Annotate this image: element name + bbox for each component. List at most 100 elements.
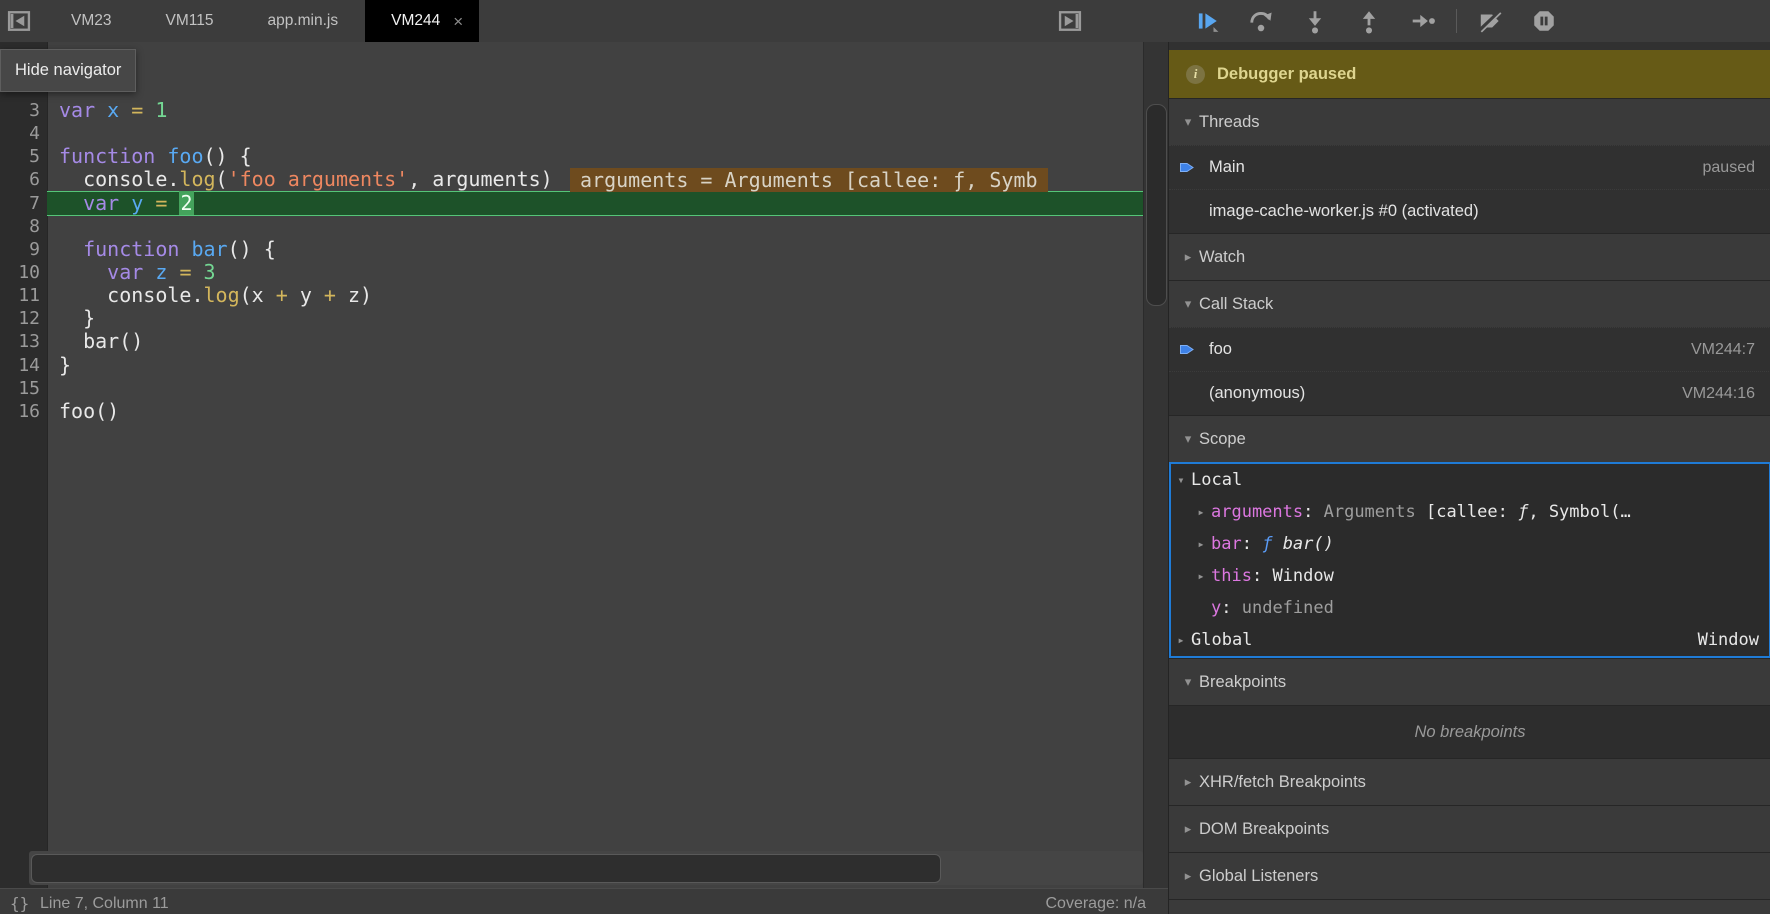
code-line-12: } [59, 307, 95, 330]
code-token: function [59, 144, 155, 168]
code-token: foo() [59, 399, 119, 423]
tab-label: VM115 [166, 12, 214, 30]
item-label: Main [1209, 158, 1245, 177]
step-out-icon[interactable] [1356, 8, 1382, 34]
disclosure-expanded-icon[interactable]: ▾ [1177, 431, 1199, 447]
disclosure-collapsed-icon[interactable]: ▸ [1171, 633, 1191, 647]
devtools-sources-panel: VM23 VM115 app.min.jsVM244× 34567891011121… [0, 0, 1770, 914]
current-marker-icon [1179, 342, 1199, 357]
step-over-icon[interactable] [1248, 8, 1274, 34]
resume-icon[interactable] [1194, 8, 1220, 34]
tab-strip: VM23 VM115 app.min.jsVM244× [44, 0, 479, 42]
editor-vertical-scrollbar[interactable] [1143, 42, 1168, 888]
disclosure-collapsed-icon[interactable]: ▸ [1177, 249, 1199, 265]
code-token: z) [336, 283, 372, 307]
code-token: = [131, 98, 143, 122]
list-item-image-cache-worker-js-0-activated-[interactable]: image-cache-worker.js #0 (activated) [1169, 189, 1770, 233]
item-right-label: paused [1703, 159, 1756, 177]
property-value: ƒ [1518, 502, 1528, 522]
property-name: y [1211, 598, 1221, 618]
code-token: bar() [59, 329, 143, 353]
pretty-print-icon[interactable]: {} [10, 894, 29, 913]
hide-navigator-button[interactable] [5, 7, 33, 35]
tab-close-icon[interactable]: × [453, 13, 463, 30]
tab-app.min.js[interactable]: app.min.js [240, 0, 365, 42]
code-line-6: console.log('foo arguments', arguments) [59, 168, 553, 191]
pause-on-exceptions-icon[interactable] [1531, 8, 1557, 34]
scope-tree[interactable]: ▾Local▸arguments: Arguments [callee: ƒ, … [1169, 462, 1770, 658]
section-header-breakpoints[interactable]: ▾Breakpoints [1169, 658, 1770, 705]
scope-row[interactable]: ▸bar: ƒ bar() [1171, 528, 1769, 560]
scope-row[interactable]: ▸this: Window [1171, 560, 1769, 592]
property-value: Arguments [1324, 502, 1426, 522]
scope-right-value: Window [1698, 630, 1759, 650]
property-value: : [1221, 598, 1241, 618]
disclosure-collapsed-icon[interactable]: ▸ [1191, 569, 1211, 583]
code-token [167, 260, 179, 284]
step-icon[interactable] [1410, 8, 1436, 34]
code-token: (x [240, 283, 276, 307]
tab-label: VM23 [71, 12, 112, 30]
code-line-7: var y = 2 [59, 192, 194, 215]
tab-VM23[interactable]: VM23 [44, 0, 139, 42]
item-label: (anonymous) [1209, 384, 1305, 403]
code-token [167, 191, 179, 215]
scope-row[interactable]: y: undefined [1171, 592, 1769, 624]
disclosure-collapsed-icon[interactable]: ▸ [1177, 774, 1199, 790]
code-token: } [59, 306, 95, 330]
deactivate-breakpoints-icon[interactable] [1477, 8, 1503, 34]
code-line-13: bar() [59, 330, 143, 353]
disclosure-expanded-icon[interactable]: ▾ [1177, 296, 1199, 312]
section-header-call-stack[interactable]: ▾Call Stack [1169, 280, 1770, 327]
disclosure-collapsed-icon[interactable]: ▸ [1191, 537, 1211, 551]
section-header-xhr-fetch-breakpoints[interactable]: ▸XHR/fetch Breakpoints [1169, 758, 1770, 805]
code-token [119, 98, 131, 122]
scope-row[interactable]: ▸arguments: Arguments [callee: ƒ, Symbol… [1171, 496, 1769, 528]
tab-VM115[interactable]: VM115 [139, 0, 241, 42]
disclosure-expanded-icon[interactable]: ▾ [1177, 114, 1199, 130]
code-token: log [179, 167, 215, 191]
code-editor[interactable]: 345678910111213141516 arguments = Argume… [0, 42, 1168, 888]
scope-row[interactable]: ▾Local [1171, 464, 1769, 496]
code-token: 1 [155, 98, 167, 122]
code-line-5: function foo() { [59, 145, 252, 168]
code-token: console. [59, 283, 204, 307]
section-header-dom-breakpoints[interactable]: ▸DOM Breakpoints [1169, 805, 1770, 852]
step-into-icon[interactable] [1302, 8, 1328, 34]
section-header-label: Watch [1199, 248, 1245, 267]
disclosure-collapsed-icon[interactable]: ▸ [1177, 821, 1199, 837]
code-token: var [59, 98, 95, 122]
disclosure-expanded-icon[interactable]: ▾ [1177, 674, 1199, 690]
section-header-threads[interactable]: ▾Threads [1169, 98, 1770, 145]
toggle-debugger-sidebar-button[interactable] [1056, 7, 1084, 35]
disclosure-collapsed-icon[interactable]: ▸ [1191, 505, 1211, 519]
section-header-event-listener-breakpoints[interactable]: ▸Event Listener Breakpoints [1169, 899, 1770, 914]
code-token [95, 98, 107, 122]
horizontal-scrollbar-thumb[interactable] [31, 854, 941, 883]
scope-row[interactable]: ▸GlobalWindow [1171, 624, 1769, 656]
sidebar-sections: ▾Threads Main paused image-cache-worker.js … [1169, 98, 1770, 914]
property-value: Window [1272, 566, 1333, 586]
section-header-scope[interactable]: ▾Scope [1169, 415, 1770, 462]
info-icon: i [1186, 65, 1205, 84]
list-item--anonymous-[interactable]: (anonymous)VM244:16 [1169, 371, 1770, 415]
editor-horizontal-scrollbar[interactable] [29, 851, 1143, 885]
toggle-debugger-sidebar-icon [1056, 22, 1084, 39]
editor-tab-bar: VM23 VM115 app.min.jsVM244× [0, 0, 1770, 43]
disclosure-collapsed-icon[interactable]: ▸ [1177, 868, 1199, 884]
disclosure-expanded-icon[interactable]: ▾ [1171, 473, 1191, 487]
property-name: arguments [1211, 502, 1303, 522]
editor-status-bar: {} Line 7, Column 11 Coverage: n/a [0, 888, 1168, 914]
list-item-foo[interactable]: fooVM244:7 [1169, 327, 1770, 371]
vertical-scrollbar-thumb[interactable] [1146, 104, 1167, 306]
list-item-main[interactable]: Main paused [1169, 145, 1770, 189]
code-token [143, 191, 155, 215]
code-token: + [324, 283, 336, 307]
code-token: = [155, 191, 167, 215]
item-label: image-cache-worker.js #0 (activated) [1209, 202, 1479, 221]
code-token [59, 191, 83, 215]
tab-VM244[interactable]: VM244× [365, 0, 479, 42]
section-header-global-listeners[interactable]: ▸Global Listeners [1169, 852, 1770, 899]
section-header-watch[interactable]: ▸Watch [1169, 233, 1770, 280]
section-header-label: DOM Breakpoints [1199, 820, 1329, 839]
